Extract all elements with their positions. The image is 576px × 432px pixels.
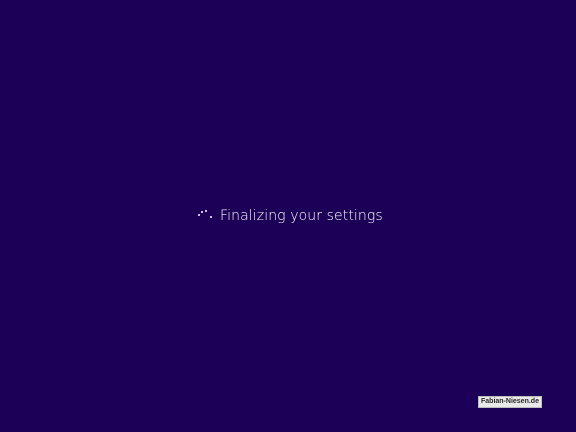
spinner-dot <box>205 210 207 212</box>
spinner-dot <box>201 211 203 213</box>
status-message: Finalizing your settings <box>220 208 383 224</box>
spinner-dot <box>210 216 212 218</box>
spinner-dot <box>198 214 200 216</box>
watermark-label: Fabian-Niesen.de <box>478 396 542 408</box>
setup-screen: Finalizing your settings Fabian-Niesen.d… <box>0 0 576 432</box>
status-row: Finalizing your settings <box>196 205 383 227</box>
loading-dots-icon <box>196 207 214 225</box>
